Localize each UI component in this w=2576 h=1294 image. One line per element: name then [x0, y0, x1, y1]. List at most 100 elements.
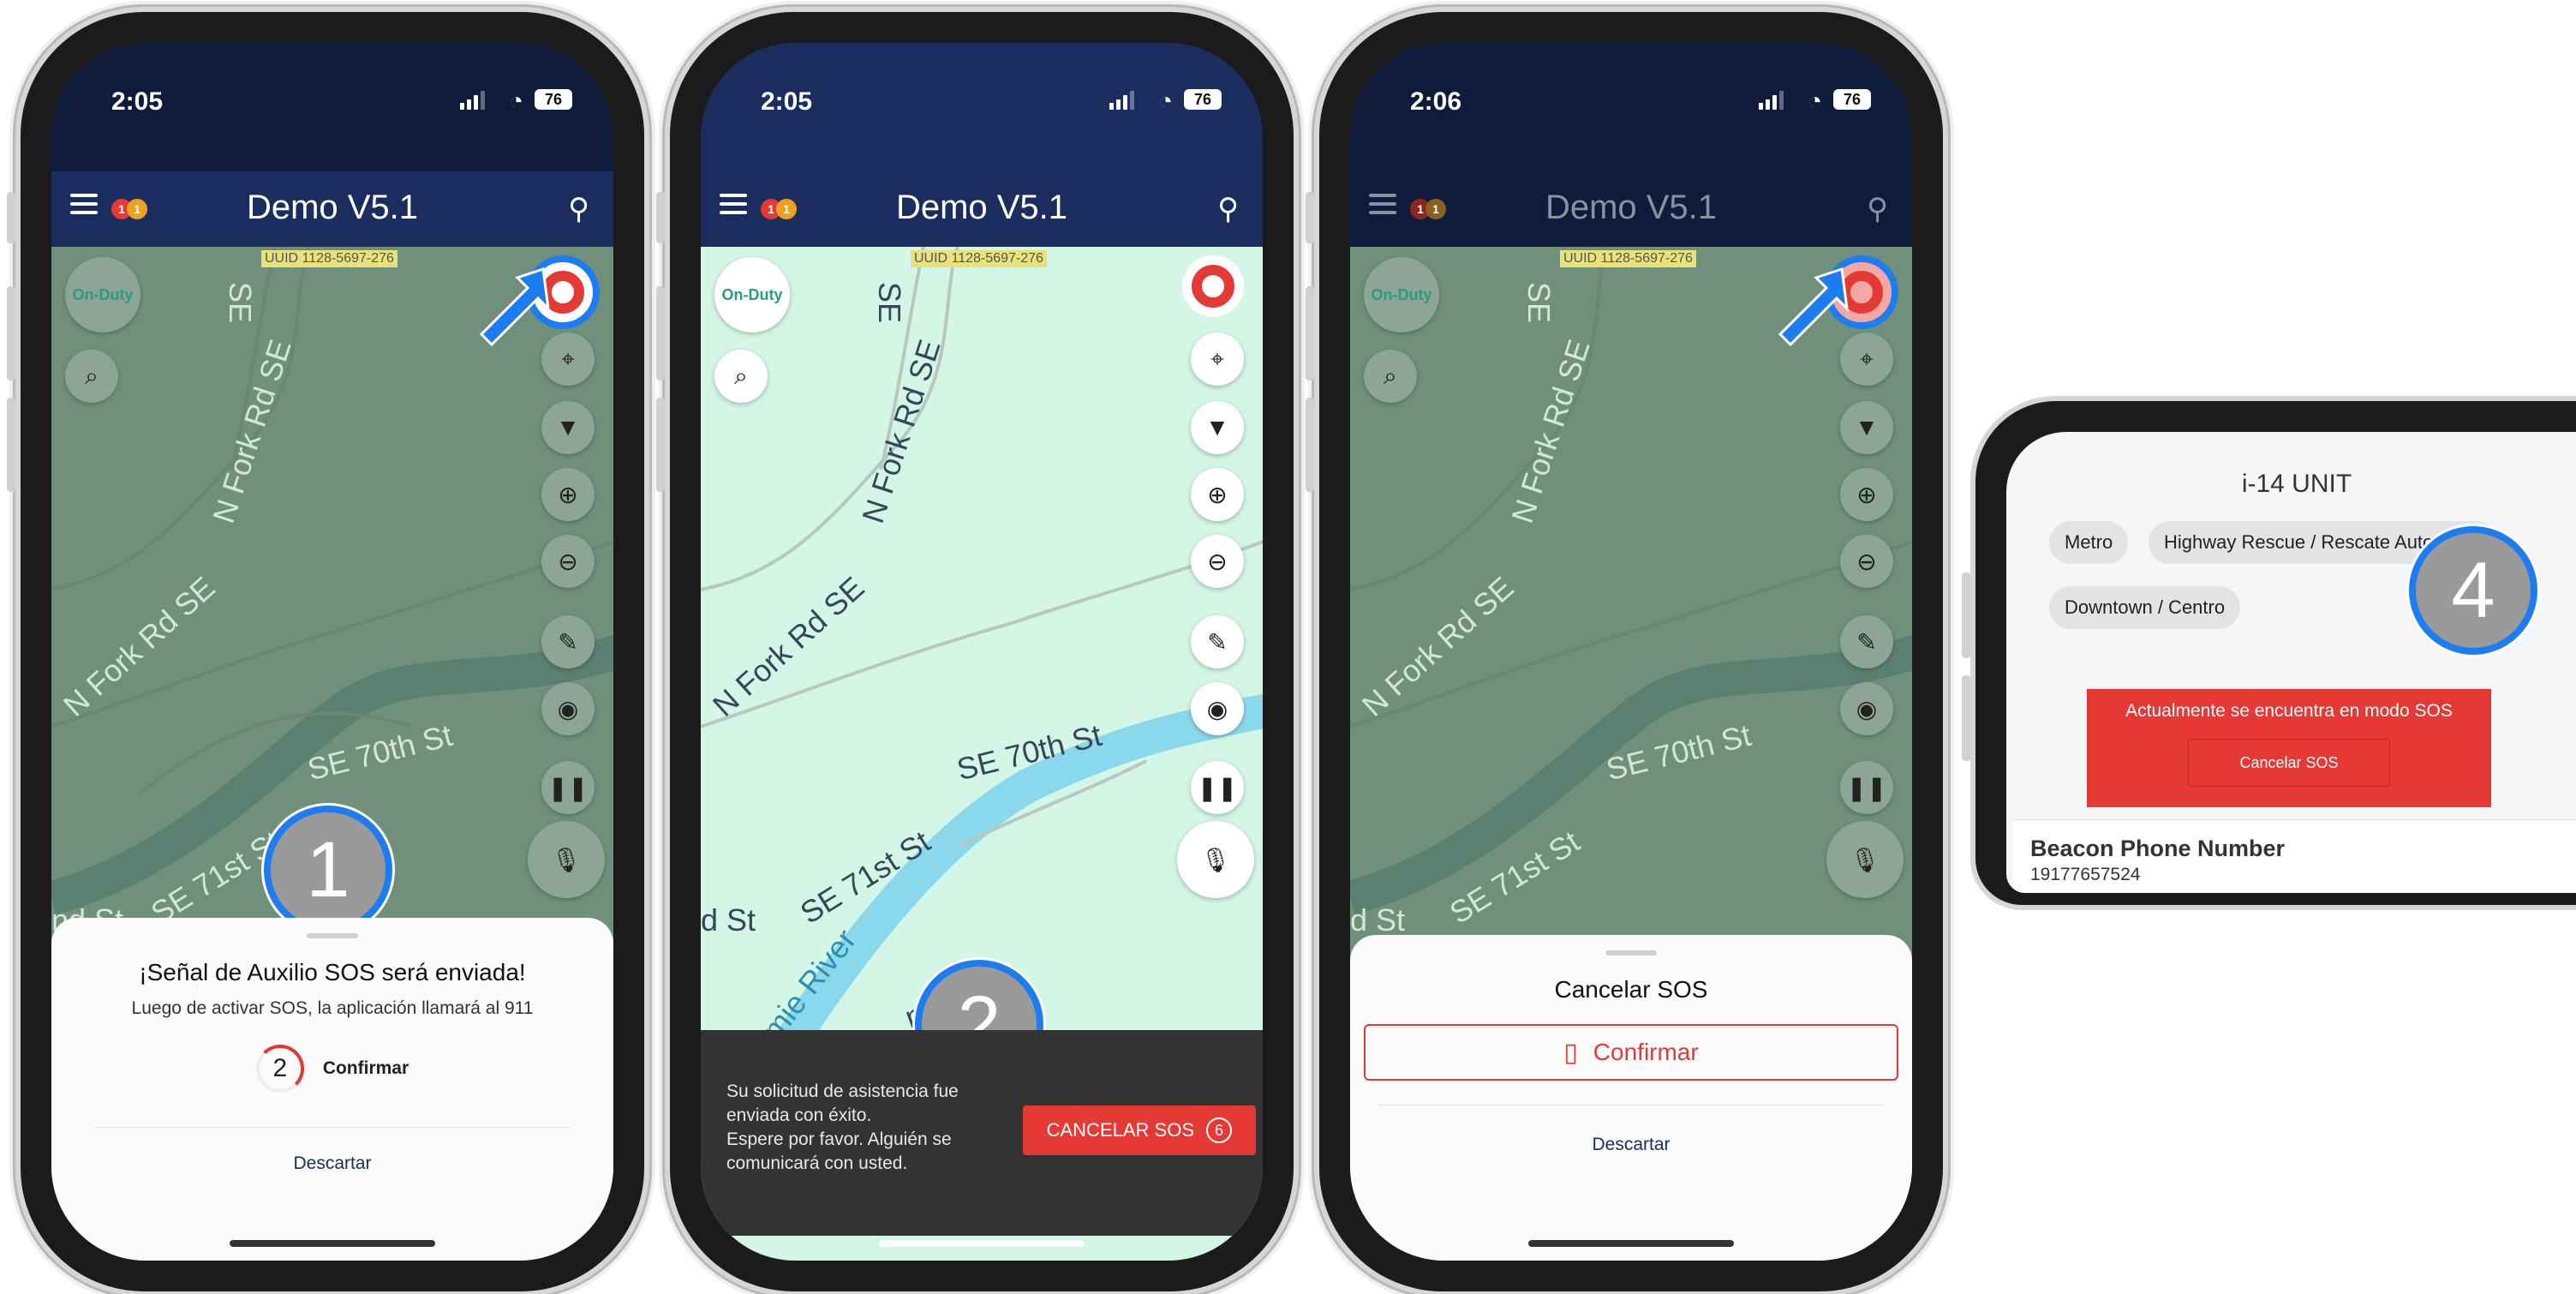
discard-button[interactable]: Descartar — [51, 1153, 613, 1174]
sheet-title: ¡Señal de Auxilio SOS será enviada! — [139, 959, 526, 985]
battery-icon: 76 — [535, 89, 572, 110]
beacon-card: Beacon Phone Number 19177657524 — [2013, 819, 2576, 893]
sheet-handle[interactable] — [307, 933, 358, 938]
chip-downtown[interactable]: Downtown / Centro — [2049, 586, 2241, 629]
microphone-icon[interactable]: 🎙 — [528, 821, 605, 898]
step-1-badge: 1 — [264, 806, 392, 934]
discard-button[interactable]: Descartar — [1350, 1135, 1912, 1155]
pencil-icon[interactable]: ✎ — [1840, 615, 1893, 668]
home-indicator — [879, 1240, 1085, 1247]
filter-icon[interactable]: ▼ — [1840, 401, 1893, 454]
filter-icon[interactable]: ▼ — [1191, 401, 1244, 454]
status-bar: 2:05 ◔ 76 — [51, 43, 613, 171]
location-pin-icon[interactable]: ⚲ — [1867, 192, 1888, 226]
phone-cancel-icon: ▯ — [1563, 1038, 1578, 1067]
zoom-out-icon[interactable]: ⊖ — [1191, 535, 1244, 588]
beacon-number: 19177657524 — [2030, 865, 2141, 884]
filter-icon[interactable]: ▼ — [541, 401, 595, 454]
confirm-cancel-button[interactable]: ▯ Confirmar — [1364, 1024, 1898, 1081]
app-bar: 1 1 Demo V5.1 ⚲ — [1350, 171, 1912, 247]
road-label: d St — [701, 902, 756, 938]
snackbar: Su solicitud de asistencia fue enviada c… — [701, 1030, 1263, 1236]
app-title: Demo V5.1 — [895, 189, 1068, 226]
cancel-sos-button[interactable]: CANCELAR SOS 6 — [1022, 1105, 1256, 1155]
road-label: SE — [872, 282, 907, 324]
uuid-label: UUID 1128-5697-276 — [261, 250, 397, 267]
phone-screen-3: 2:06 ◔ 76 1 1 Demo V5.1 ⚲ UUID 1128-5697… — [1350, 43, 1912, 1261]
pencil-icon[interactable]: ✎ — [541, 615, 595, 668]
locate-icon[interactable]: ⌖ — [1191, 332, 1244, 386]
battery-icon: 76 — [1184, 89, 1222, 110]
phone-frame-1: 2:05 ◔ 76 1 1 Demo V5.1 ⚲ UUID 1128-5697 — [7, 7, 649, 1294]
sos-mode-text: Actualmente se encuentra en modo SOS — [2125, 701, 2453, 721]
pause-icon[interactable]: ❚❚ — [1191, 761, 1244, 814]
signal-icon — [1759, 91, 1784, 110]
unit-title: i-14 UNIT — [2241, 470, 2352, 498]
on-duty-button[interactable]: On-Duty — [1364, 257, 1439, 332]
zoom-in-icon[interactable]: ⊕ — [1191, 468, 1244, 521]
home-indicator — [1528, 1240, 1734, 1247]
cancel-sos-button[interactable]: Cancelar SOS — [2188, 739, 2390, 787]
search-icon[interactable]: ⌕ — [714, 350, 768, 403]
step-4-badge: 4 — [2409, 526, 2537, 655]
app-bar: 1 1 Demo V5.1 ⚲ — [51, 171, 613, 247]
app-bar: 1 1 Demo V5.1 ⚲ — [701, 171, 1263, 247]
sheet-title: Cancelar SOS — [1554, 976, 1708, 1003]
road-label: SE — [223, 282, 258, 324]
beacon-label: Beacon Phone Number — [2030, 836, 2286, 861]
phone-screen-2: 2:05 ◔ 76 1 1 Demo V5.1 ⚲ UUID 1128-5697… — [701, 43, 1263, 1261]
pencil-icon[interactable]: ✎ — [1191, 615, 1244, 668]
countdown-ring: 2 — [255, 1045, 304, 1093]
zoom-out-icon[interactable]: ⊖ — [1840, 535, 1893, 588]
search-icon[interactable]: ⌕ — [1364, 350, 1417, 403]
zoom-out-icon[interactable]: ⊖ — [541, 535, 595, 588]
broadcast-icon[interactable]: ◉ — [1840, 682, 1893, 735]
wifi-icon: ◔ — [1808, 87, 1822, 114]
pause-icon[interactable]: ❚❚ — [1840, 761, 1893, 814]
clock: 2:06 — [1410, 87, 1462, 116]
pause-icon[interactable]: ❚❚ — [541, 761, 595, 814]
status-bar: 2:05 ◔ 76 — [701, 43, 1263, 171]
sos-button[interactable] — [1182, 255, 1244, 317]
sos-confirm-sheet: ¡Señal de Auxilio SOS será enviada! Lueg… — [51, 918, 613, 1261]
status-bar: 2:06 ◔ 76 — [1350, 43, 1912, 171]
phone-screen-1: 2:05 ◔ 76 1 1 Demo V5.1 ⚲ UUID 1128-5697 — [51, 43, 613, 1261]
wifi-icon: ◔ — [1158, 87, 1173, 114]
snackbar-message: Su solicitud de asistencia fue enviada c… — [726, 1081, 959, 1173]
confirm-label: Confirmar — [322, 1058, 409, 1078]
sheet-handle[interactable] — [1605, 950, 1657, 956]
device-frame-4: i-14 UNIT Metro Highway Rescue / Rescate… — [1962, 396, 2576, 910]
clock: 2:05 — [761, 87, 813, 116]
signal-icon — [460, 91, 485, 110]
pointer-arrow — [1778, 267, 1850, 346]
sheet-subtitle: Luego de activar SOS, la aplicación llam… — [131, 998, 534, 1018]
home-indicator — [230, 1240, 435, 1247]
on-duty-button[interactable]: On-Duty — [714, 257, 790, 332]
search-icon[interactable]: ⌕ — [65, 350, 118, 403]
chip-metro[interactable]: Metro — [2049, 521, 2129, 564]
zoom-in-icon[interactable]: ⊕ — [1840, 468, 1893, 521]
broadcast-icon[interactable]: ◉ — [1191, 682, 1244, 735]
uuid-label: UUID 1128-5697-276 — [1560, 250, 1696, 267]
on-duty-button[interactable]: On-Duty — [65, 257, 140, 332]
location-pin-icon[interactable]: ⚲ — [1217, 192, 1239, 226]
road-label: d St — [1350, 902, 1406, 938]
phone-frame-3: 2:06 ◔ 76 1 1 Demo V5.1 ⚲ UUID 1128-5697… — [1306, 7, 1948, 1294]
phone-frame-2: 2:05 ◔ 76 1 1 Demo V5.1 ⚲ UUID 1128-5697… — [656, 7, 1299, 1294]
location-pin-icon[interactable]: ⚲ — [568, 192, 589, 226]
broadcast-icon[interactable]: ◉ — [541, 682, 595, 735]
confirm-row[interactable]: 2 Confirmar — [51, 1045, 613, 1093]
clock: 2:05 — [111, 87, 164, 116]
microphone-icon[interactable]: 🎙 — [1826, 821, 1904, 898]
zoom-in-icon[interactable]: ⊕ — [541, 468, 595, 521]
uuid-label: UUID 1128-5697-276 — [911, 250, 1047, 267]
pointer-arrow — [479, 267, 551, 346]
app-title: Demo V5.1 — [1545, 189, 1718, 226]
sos-mode-banner: Actualmente se encuentra en modo SOS Can… — [2087, 689, 2491, 807]
signal-icon — [1109, 91, 1134, 110]
cancel-sos-sheet: Cancelar SOS ▯ Confirmar Descartar — [1350, 935, 1912, 1261]
app-title: Demo V5.1 — [246, 189, 419, 226]
unit-detail-screen: i-14 UNIT Metro Highway Rescue / Rescate… — [2006, 432, 2576, 893]
microphone-icon[interactable]: 🎙 — [1177, 821, 1254, 898]
countdown-ring: 6 — [1206, 1117, 1232, 1143]
